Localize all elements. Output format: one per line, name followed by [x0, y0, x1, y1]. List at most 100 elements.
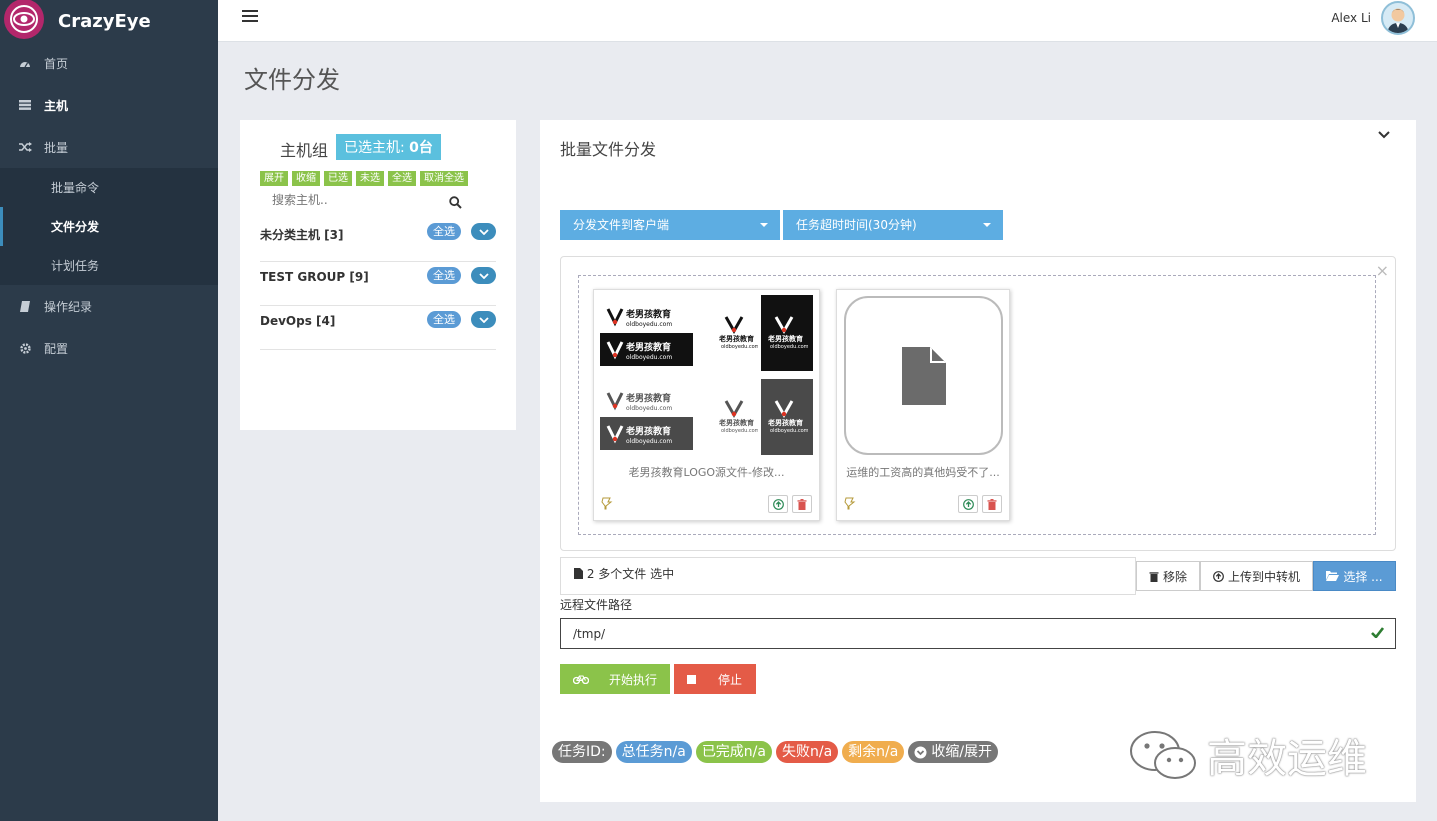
sidebar-item-hosts[interactable]: 主机 [0, 84, 218, 126]
topbar: Alex Li [218, 0, 1437, 42]
remote-path-input[interactable] [560, 618, 1396, 649]
host-group-title: 主机组 [280, 141, 329, 160]
file-thumbnail[interactable]: 运维的工资高的真他妈受不了... [836, 289, 1010, 521]
sidebar-item-label: 文件分发 [51, 220, 100, 234]
trash-icon [987, 498, 997, 510]
chevron-down-icon[interactable] [1378, 128, 1390, 143]
file-count-text: 2 多个文件 选中 [586, 567, 675, 581]
chevron-circle-down-icon [914, 746, 927, 758]
show-unselected-button[interactable]: 未选 [356, 171, 384, 186]
brand[interactable]: CrazyEye [0, 0, 218, 42]
logo-text: 老男孩教育 [625, 392, 671, 404]
chevron-down-icon[interactable] [471, 223, 496, 240]
choose-file-button[interactable]: 选择 ... [1313, 561, 1396, 591]
sidebar-item-settings[interactable]: 配置 [0, 327, 218, 369]
upload-circle-icon [962, 498, 974, 510]
host-group-row[interactable]: DevOps [4] 全选 [260, 306, 496, 350]
avatar[interactable] [1381, 1, 1415, 35]
host-group-name: TEST GROUP [9] [260, 270, 369, 284]
menu-toggle-icon[interactable] [242, 10, 258, 25]
bicycle-icon [573, 675, 589, 684]
distribute-mode-select[interactable]: 分发文件到客户端 [560, 210, 780, 240]
logo-url: oldboyedu.com [626, 405, 672, 412]
select-all-button[interactable]: 全选 [388, 171, 416, 186]
logo-text: 老男孩教育 [625, 341, 671, 353]
book-icon [18, 300, 32, 312]
task-status-bar: 任务ID: 总任务n/a 已完成n/a 失败n/a 剩余n/a 收缩/展开 [552, 741, 999, 763]
toggle-results-label: 收缩/展开 [931, 744, 993, 760]
sidebar-item-batch-command[interactable]: 批量命令 [0, 168, 218, 207]
start-execute-button[interactable]: 开始执行 [560, 664, 670, 694]
logo-url: oldboyedu.com [626, 354, 672, 361]
remove-button[interactable]: 移除 [1136, 561, 1200, 591]
close-icon[interactable]: × [1376, 261, 1389, 280]
logo-url: oldboyedu.com [770, 428, 808, 433]
trash-icon [797, 498, 807, 510]
caret-down-icon [983, 223, 991, 227]
logo-preview-image: 老男孩教育 oldboyedu.com 老男孩教育 oldboyedu.com 老男… [600, 295, 813, 455]
deselect-all-button[interactable]: 取消全选 [420, 171, 468, 186]
sidebar-item-home[interactable]: 首页 [0, 42, 218, 84]
upload-circle-icon [1213, 570, 1224, 582]
group-select-all-button[interactable]: 全选 [427, 223, 461, 240]
stop-button[interactable]: 停止 [674, 664, 756, 694]
collapse-button[interactable]: 收缩 [292, 171, 320, 186]
upload-file-button[interactable] [768, 495, 788, 513]
distribute-mode-value: 分发文件到客户端 [573, 218, 670, 232]
timeout-value: 任务超时时间(30分钟) [796, 218, 917, 232]
file-dropzone[interactable]: × 老男孩教育 oldboyedu.com 老男孩教育 oldboyedu.com … [560, 256, 1396, 551]
logo-url: oldboyedu.com [626, 438, 672, 445]
sidebar-item-label: 批量 [44, 140, 69, 155]
chevron-down-icon[interactable] [471, 267, 496, 284]
check-icon [1371, 627, 1385, 642]
file-icon [574, 568, 583, 579]
host-group-row[interactable]: 未分类主机 [3] 全选 [260, 218, 496, 262]
user-name[interactable]: Alex Li [1331, 11, 1371, 25]
sidebar-item-file-distribute[interactable]: 文件分发 [0, 207, 218, 246]
delete-file-button[interactable] [982, 495, 1002, 513]
logo-url: oldboyedu.com [626, 321, 672, 328]
panel-title: 批量文件分发 [560, 140, 657, 159]
expand-button[interactable]: 展开 [260, 171, 288, 186]
logo-text: 老男孩教育 [718, 334, 754, 343]
sidebar: CrazyEye 首页 主机 批量 批量命令 文件分发 计划任务 操作纪录 配置 [0, 0, 218, 821]
host-group-name: DevOps [4] [260, 314, 336, 328]
chevron-down-icon[interactable] [471, 311, 496, 328]
delete-file-button[interactable] [792, 495, 812, 513]
trash-icon [1149, 571, 1159, 582]
drag-handle-icon[interactable] [601, 497, 613, 514]
failed-tasks-badge: 失败n/a [775, 741, 839, 763]
sidebar-item-label: 计划任务 [51, 259, 100, 273]
show-selected-button[interactable]: 已选 [324, 171, 352, 186]
host-search-input[interactable] [272, 193, 462, 207]
selected-hosts-label: 已选主机: [344, 140, 405, 156]
shuffle-icon [18, 142, 32, 152]
drag-handle-icon[interactable] [844, 497, 856, 514]
choose-label: 选择 ... [1343, 569, 1383, 584]
logo-url: oldboyedu.com [770, 344, 808, 349]
group-select-all-button[interactable]: 全选 [427, 311, 461, 328]
upload-circle-icon [772, 498, 784, 510]
upload-to-relay-button[interactable]: 上传到中转机 [1200, 561, 1313, 591]
total-tasks-badge: 总任务n/a [615, 741, 692, 763]
brand-name: CrazyEye [58, 10, 151, 32]
file-preview-area: 老男孩教育 oldboyedu.com 老男孩教育 oldboyedu.com 老男… [578, 275, 1376, 535]
watermark-text: 高效运维 [1207, 736, 1367, 782]
sidebar-item-scheduled-task[interactable]: 计划任务 [0, 246, 218, 285]
timeout-select[interactable]: 任务超时时间(30分钟) [783, 210, 1003, 240]
selected-hosts-badge: 已选主机: 0台 [336, 134, 441, 160]
search-icon[interactable] [449, 196, 462, 213]
sidebar-item-operation-log[interactable]: 操作纪录 [0, 285, 218, 327]
upload-file-button[interactable] [958, 495, 978, 513]
host-group-row[interactable]: TEST GROUP [9] 全选 [260, 262, 496, 306]
file-thumbnail[interactable]: 老男孩教育 oldboyedu.com 老男孩教育 oldboyedu.com 老男… [593, 289, 820, 521]
group-select-all-button[interactable]: 全选 [427, 267, 461, 284]
sidebar-item-batch[interactable]: 批量 [0, 126, 218, 168]
generic-file-preview [844, 296, 1003, 455]
upload-label: 上传到中转机 [1227, 569, 1300, 584]
wechat-logo-icon [1130, 731, 1196, 779]
watermark: 高效运维 [1127, 726, 1367, 784]
sidebar-item-label: 主机 [44, 98, 69, 113]
toggle-results-button[interactable]: 收缩/展开 [908, 741, 999, 763]
logo-url: oldboyedu.com [721, 344, 758, 349]
